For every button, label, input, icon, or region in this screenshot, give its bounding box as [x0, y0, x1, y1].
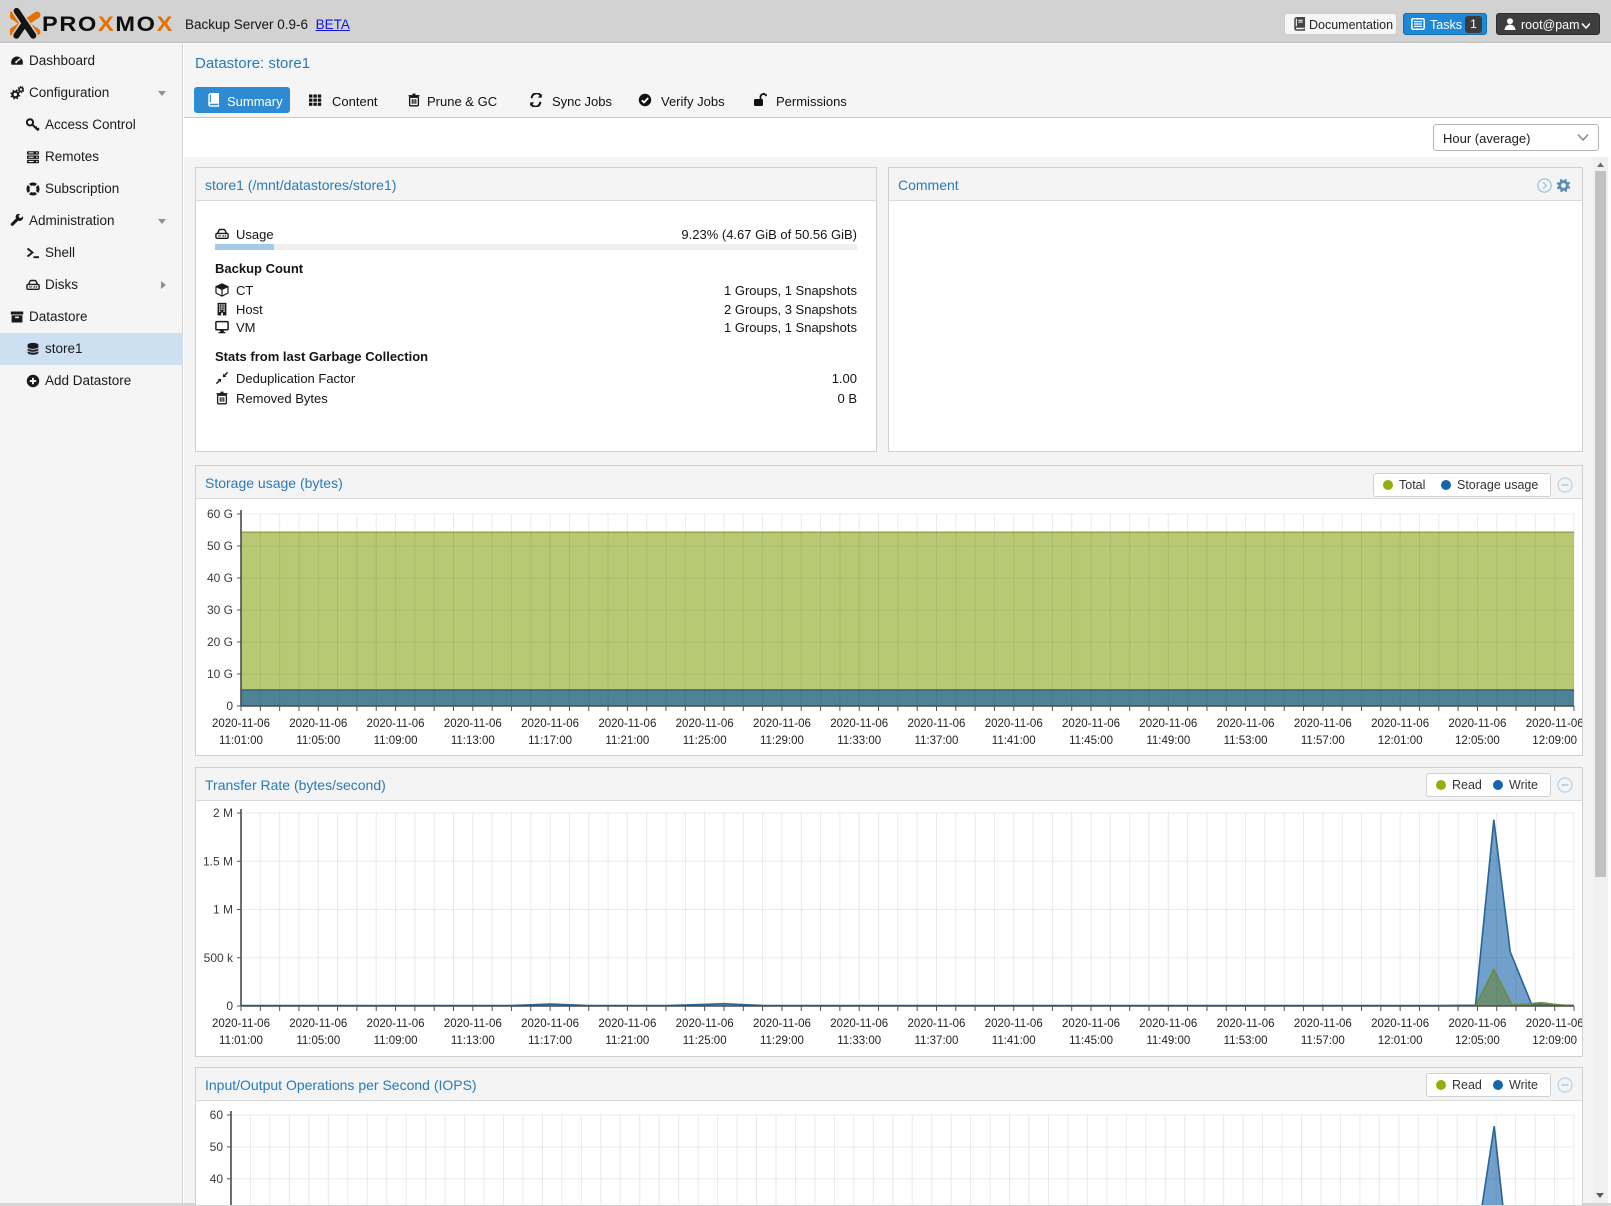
- svg-text:12:01:00: 12:01:00: [1378, 735, 1423, 747]
- svg-text:2020-11-06: 2020-11-06: [367, 1018, 425, 1030]
- svg-text:11:25:00: 11:25:00: [683, 1035, 727, 1047]
- svg-text:11:17:00: 11:17:00: [528, 1035, 572, 1047]
- svg-text:2020-11-06: 2020-11-06: [1062, 1018, 1120, 1030]
- svg-text:2020-11-06: 2020-11-06: [1294, 718, 1352, 730]
- svg-text:11:49:00: 11:49:00: [1146, 1035, 1190, 1047]
- svg-text:11:01:00: 11:01:00: [219, 1035, 263, 1047]
- svg-text:11:33:00: 11:33:00: [837, 1035, 881, 1047]
- svg-text:2020-11-06: 2020-11-06: [1062, 718, 1120, 730]
- svg-text:2020-11-06: 2020-11-06: [676, 1018, 734, 1030]
- svg-text:11:41:00: 11:41:00: [992, 735, 1036, 747]
- svg-text:11:17:00: 11:17:00: [528, 735, 572, 747]
- svg-text:2020-11-06: 2020-11-06: [1139, 718, 1197, 730]
- svg-text:11:57:00: 11:57:00: [1301, 735, 1345, 747]
- svg-text:2020-11-06: 2020-11-06: [985, 718, 1043, 730]
- svg-text:2020-11-06: 2020-11-06: [1448, 718, 1506, 730]
- svg-text:2020-11-06: 2020-11-06: [1526, 1018, 1582, 1030]
- svg-text:2020-11-06: 2020-11-06: [1371, 1018, 1429, 1030]
- svg-text:11:09:00: 11:09:00: [374, 735, 418, 747]
- svg-text:11:29:00: 11:29:00: [760, 735, 804, 747]
- svg-text:11:53:00: 11:53:00: [1224, 1035, 1268, 1047]
- svg-text:60: 60: [210, 1108, 224, 1122]
- svg-text:2020-11-06: 2020-11-06: [289, 718, 347, 730]
- svg-text:50: 50: [210, 1140, 224, 1154]
- svg-text:12:01:00: 12:01:00: [1378, 1035, 1423, 1047]
- svg-text:2020-11-06: 2020-11-06: [1294, 1018, 1352, 1030]
- svg-text:1.5 M: 1.5 M: [203, 854, 233, 868]
- svg-text:2020-11-06: 2020-11-06: [212, 1018, 270, 1030]
- svg-text:30 G: 30 G: [207, 603, 233, 617]
- svg-text:11:01:00: 11:01:00: [219, 735, 263, 747]
- svg-text:2020-11-06: 2020-11-06: [289, 1018, 347, 1030]
- svg-text:40: 40: [210, 1172, 224, 1186]
- svg-text:10 G: 10 G: [207, 667, 233, 681]
- svg-text:2020-11-06: 2020-11-06: [753, 1018, 811, 1030]
- svg-text:2020-11-06: 2020-11-06: [598, 718, 656, 730]
- svg-text:2020-11-06: 2020-11-06: [598, 1018, 656, 1030]
- svg-text:11:13:00: 11:13:00: [451, 735, 495, 747]
- svg-text:0: 0: [226, 999, 233, 1013]
- svg-text:11:05:00: 11:05:00: [296, 735, 340, 747]
- svg-text:2020-11-06: 2020-11-06: [985, 1018, 1043, 1030]
- svg-text:11:21:00: 11:21:00: [605, 1035, 649, 1047]
- svg-text:11:53:00: 11:53:00: [1224, 735, 1268, 747]
- svg-text:11:21:00: 11:21:00: [605, 735, 649, 747]
- svg-text:2020-11-06: 2020-11-06: [444, 1018, 502, 1030]
- svg-text:2020-11-06: 2020-11-06: [521, 718, 579, 730]
- svg-text:2020-11-06: 2020-11-06: [444, 718, 502, 730]
- svg-text:2020-11-06: 2020-11-06: [1526, 718, 1582, 730]
- svg-text:2020-11-06: 2020-11-06: [676, 718, 734, 730]
- svg-text:11:41:00: 11:41:00: [992, 1035, 1036, 1047]
- svg-text:2020-11-06: 2020-11-06: [1217, 1018, 1275, 1030]
- svg-text:12:09:00: 12:09:00: [1532, 735, 1577, 747]
- svg-text:1 M: 1 M: [213, 903, 233, 917]
- svg-text:500 k: 500 k: [204, 951, 234, 965]
- svg-text:0: 0: [226, 699, 233, 713]
- svg-text:12:09:00: 12:09:00: [1532, 1035, 1577, 1047]
- svg-text:2020-11-06: 2020-11-06: [830, 718, 888, 730]
- svg-text:2020-11-06: 2020-11-06: [367, 718, 425, 730]
- svg-text:12:05:00: 12:05:00: [1455, 1035, 1500, 1047]
- svg-text:50 G: 50 G: [207, 539, 233, 553]
- svg-text:11:33:00: 11:33:00: [837, 735, 881, 747]
- svg-text:2020-11-06: 2020-11-06: [1371, 718, 1429, 730]
- svg-text:11:37:00: 11:37:00: [915, 735, 959, 747]
- svg-text:11:05:00: 11:05:00: [296, 1035, 340, 1047]
- svg-text:11:49:00: 11:49:00: [1146, 735, 1190, 747]
- svg-text:11:25:00: 11:25:00: [683, 735, 727, 747]
- svg-text:2020-11-06: 2020-11-06: [907, 1018, 965, 1030]
- svg-text:12:05:00: 12:05:00: [1455, 735, 1500, 747]
- svg-text:20 G: 20 G: [207, 635, 233, 649]
- svg-text:11:45:00: 11:45:00: [1069, 1035, 1113, 1047]
- svg-text:2 M: 2 M: [213, 806, 233, 820]
- svg-text:2020-11-06: 2020-11-06: [1139, 1018, 1197, 1030]
- svg-text:11:13:00: 11:13:00: [451, 1035, 495, 1047]
- svg-text:2020-11-06: 2020-11-06: [830, 1018, 888, 1030]
- svg-text:11:29:00: 11:29:00: [760, 1035, 804, 1047]
- svg-text:2020-11-06: 2020-11-06: [753, 718, 811, 730]
- svg-text:60 G: 60 G: [207, 507, 233, 521]
- svg-text:2020-11-06: 2020-11-06: [1217, 718, 1275, 730]
- svg-text:11:45:00: 11:45:00: [1069, 735, 1113, 747]
- svg-text:2020-11-06: 2020-11-06: [521, 1018, 579, 1030]
- svg-text:40 G: 40 G: [207, 571, 233, 585]
- svg-text:2020-11-06: 2020-11-06: [212, 718, 270, 730]
- svg-text:2020-11-06: 2020-11-06: [907, 718, 965, 730]
- svg-text:11:57:00: 11:57:00: [1301, 1035, 1345, 1047]
- svg-text:11:09:00: 11:09:00: [374, 1035, 418, 1047]
- svg-text:11:37:00: 11:37:00: [915, 1035, 959, 1047]
- svg-text:2020-11-06: 2020-11-06: [1448, 1018, 1506, 1030]
